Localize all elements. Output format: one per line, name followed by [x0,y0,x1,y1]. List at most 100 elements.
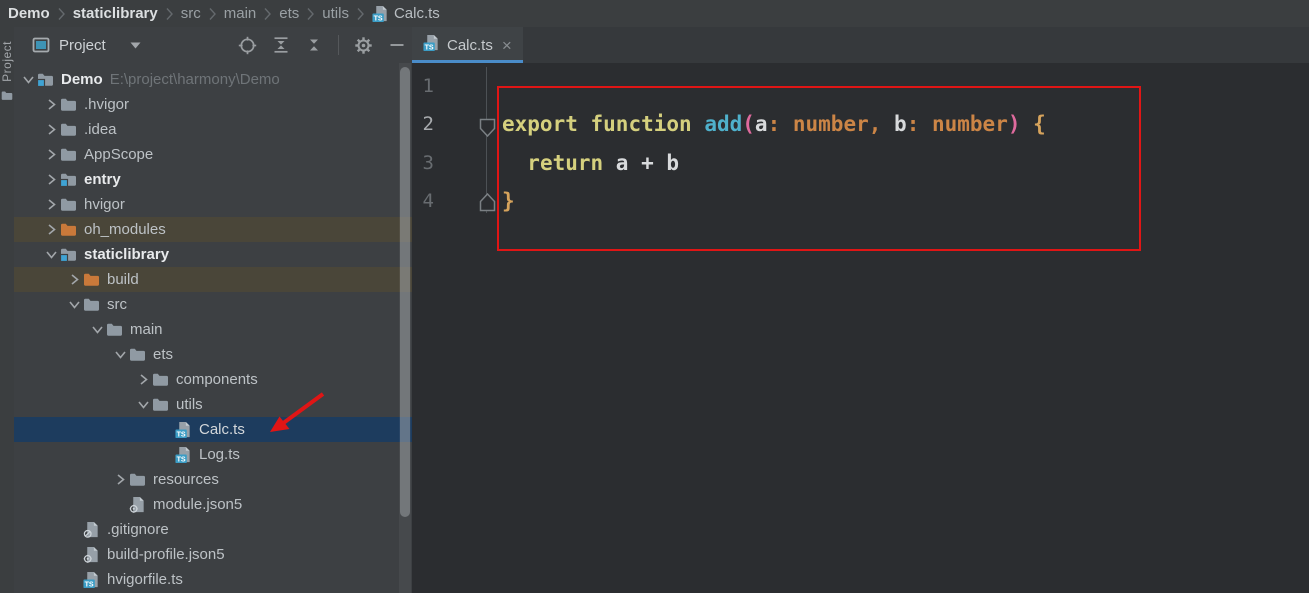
tree-item-log-ts[interactable]: TS Log.ts [14,442,412,467]
tab-calc-ts[interactable]: TS Calc.ts × [412,27,523,63]
tree-item-module-json5[interactable]: module.json5 [14,492,412,517]
folder-icon [60,97,81,112]
breadcrumb-item-src[interactable]: src [181,5,201,22]
chevron-right-icon[interactable] [43,222,60,237]
tree-item-utils[interactable]: utils [14,392,412,417]
settings-icon[interactable] [354,36,373,55]
tree-item-label: build [107,271,139,288]
breadcrumb-item-ets[interactable]: ets [279,5,299,22]
chevron-down-icon[interactable] [89,322,106,337]
chevron-right-icon[interactable] [112,472,129,487]
tree-item--gitignore[interactable]: .gitignore [14,517,412,542]
breadcrumb-chevron-icon [263,7,272,21]
project-panel-header: Project [14,27,412,64]
tree-item-src[interactable]: src [14,292,412,317]
chevron-right-icon[interactable] [43,122,60,137]
project-toolbar [238,27,406,63]
tree-item-label: Demo [61,71,103,88]
chevron-down-icon[interactable] [66,297,83,312]
chevron-down-icon[interactable] [43,247,60,262]
module-folder-icon [60,172,81,187]
code-token: , [868,112,895,137]
folder-icon [129,472,150,487]
chevron-down-icon[interactable] [135,397,152,412]
code-line: } [502,182,1046,220]
breadcrumb-item-utils[interactable]: utils [322,5,349,22]
editor-gutter: 1 2 3 4 [412,67,434,221]
tree-item-label: components [176,371,258,388]
tree-item-resources[interactable]: resources [14,467,412,492]
breadcrumb-item-main[interactable]: main [224,5,257,22]
folder-icon [129,347,150,362]
svg-text:TS: TS [425,43,434,51]
breadcrumb-chevron-icon [208,7,217,21]
json-file-icon [83,546,104,564]
breadcrumb-chevron-icon [306,7,315,21]
tree-item-label: build-profile.json5 [107,546,225,563]
code-token: export [502,112,578,137]
collapse-all-icon[interactable] [305,36,323,54]
breadcrumb-item-demo[interactable]: Demo [8,5,50,22]
code-editor[interactable]: 1 2 3 4 export function add(a: number, b: n… [412,63,1309,593]
tree-item-main[interactable]: main [14,317,412,342]
close-icon[interactable]: × [502,37,512,54]
tree-item-ets[interactable]: ets [14,342,412,367]
scrollbar-track[interactable] [399,63,411,593]
scrollbar-thumb[interactable] [400,67,410,517]
tree-item-hvigor[interactable]: hvigor [14,192,412,217]
code-token: : [767,112,793,137]
tab-label: Calc.ts [447,36,493,54]
breadcrumb-chevron-icon [165,7,174,21]
tree-item-label: utils [176,396,203,413]
project-panel-title[interactable]: Project [59,37,106,54]
fold-region-start-icon[interactable] [478,116,497,139]
locate-icon[interactable] [238,36,257,55]
folder-excluded-icon [60,222,81,237]
line-number: 1 [422,75,434,97]
chevron-right-icon[interactable] [135,372,152,387]
tree-item-staticlibrary[interactable]: staticlibrary [14,242,412,267]
chevron-down-icon[interactable] [112,347,129,362]
chevron-right-icon[interactable] [43,172,60,187]
breadcrumb-bar: Demo staticlibrary src main ets utils TS Calc.… [0,0,1309,28]
folder-icon [60,197,81,212]
folder-icon [60,147,81,162]
tree-item-demo[interactable]: Demo E:\project\harmony\Demo [14,67,412,92]
tree-item-label: oh_modules [84,221,166,238]
tree-item-label: main [130,321,163,338]
tree-item-label: ets [153,346,174,363]
breadcrumb-item-staticlibrary[interactable]: staticlibrary [73,5,158,22]
code-area[interactable]: export function add(a: number, b: number… [502,67,1046,221]
tree-item-hvigorfile-ts[interactable]: TS hvigorfile.ts [14,567,412,592]
hide-icon[interactable] [388,36,406,54]
chevron-right-icon[interactable] [43,97,60,112]
ts-file-icon: TS [175,446,196,464]
fold-region-end-icon[interactable] [478,191,497,214]
expand-all-icon[interactable] [272,36,290,54]
code-token: ( [742,112,755,137]
tree-item-build[interactable]: build [14,267,412,292]
tree-item-oh-modules[interactable]: oh_modules [14,217,412,242]
tree-item-entry[interactable]: entry [14,167,412,192]
tree-item-label: hvigor [84,196,125,213]
line-number: 4 [422,190,434,213]
breadcrumb-item-calc-ts[interactable]: TS Calc.ts [372,5,440,23]
code-token: number [792,112,869,137]
chevron-down-icon[interactable] [130,42,141,49]
chevron-right-icon[interactable] [66,272,83,287]
tree-item-appscope[interactable]: AppScope [14,142,412,167]
chevron-right-icon[interactable] [43,147,60,162]
tree-item--hvigor[interactable]: .hvigor [14,92,412,117]
tree-item-calc-ts[interactable]: TS Calc.ts [14,417,412,442]
ts-file-icon: TS [372,5,389,23]
tree-item-components[interactable]: components [14,367,412,392]
chevron-right-icon[interactable] [43,197,60,212]
tree-item--idea[interactable]: .idea [14,117,412,142]
tree-item-build-profile-json5[interactable]: build-profile.json5 [14,542,412,567]
breadcrumb-chevron-icon [57,7,66,21]
project-stripe-button[interactable]: Project [0,41,14,161]
chevron-down-icon[interactable] [20,72,37,87]
